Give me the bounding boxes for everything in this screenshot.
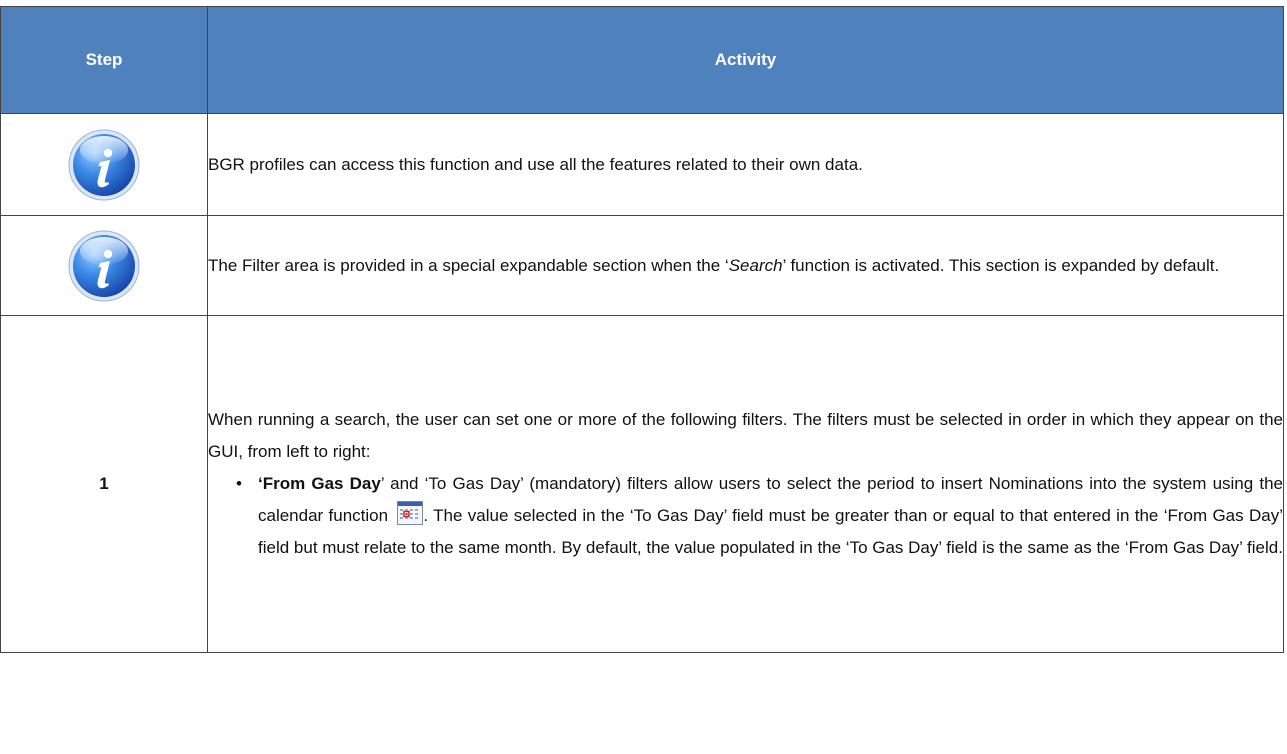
- info-icon: [68, 129, 140, 200]
- activity-cell: BGR profiles can access this function an…: [207, 113, 1284, 216]
- step-column-header: Step: [0, 6, 208, 114]
- step-cell: [0, 215, 208, 316]
- activity-text-end: ’ function is activated. This section is…: [782, 255, 1220, 275]
- table-header-row: Step Activity: [0, 6, 1284, 114]
- activity-intro: When running a search, the user can set …: [208, 410, 1283, 461]
- step-cell: [0, 113, 208, 216]
- table-row: 1 When running a search, the user can se…: [0, 315, 1284, 653]
- activity-cell: The Filter area is provided in a special…: [207, 215, 1284, 316]
- step-number: 1: [0, 315, 208, 653]
- list-item: • ‘From Gas Day’ and ‘To Gas Day’ (manda…: [236, 468, 1283, 564]
- info-icon: [68, 230, 140, 301]
- from-gas-day-label: ‘From Gas Day: [258, 474, 381, 493]
- calendar-icon: [397, 501, 424, 525]
- activity-column-header: Activity: [207, 6, 1284, 114]
- activity-text: BGR profiles can access this function an…: [208, 154, 863, 174]
- search-function-name: Search: [728, 255, 783, 275]
- bullet-marker: •: [236, 474, 242, 493]
- procedure-table: Step Activity BGR profiles can access th…: [0, 6, 1284, 653]
- filter-list: • ‘From Gas Day’ and ‘To Gas Day’ (manda…: [208, 468, 1283, 564]
- activity-text-start: The Filter area is provided in a special…: [208, 255, 729, 275]
- activity-cell: When running a search, the user can set …: [207, 315, 1284, 653]
- table-row: BGR profiles can access this function an…: [0, 113, 1284, 216]
- table-row: The Filter area is provided in a special…: [0, 215, 1284, 316]
